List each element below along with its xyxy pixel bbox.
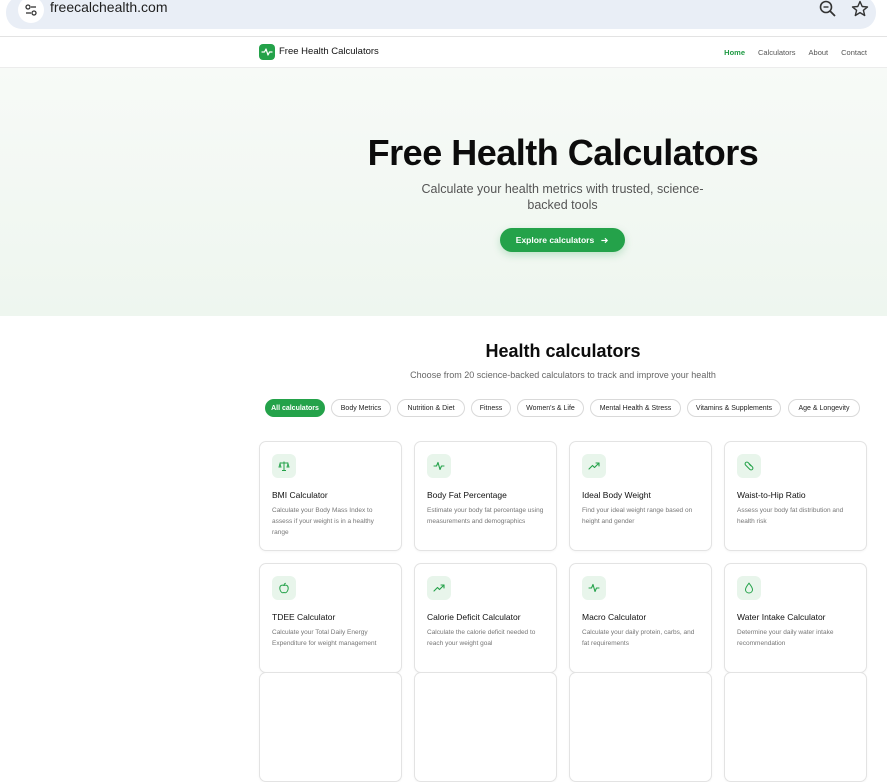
filter-chip-mental-health[interactable]: Mental Health & Stress <box>590 399 681 417</box>
card-title: Ideal Body Weight <box>582 490 651 500</box>
nav-link-about[interactable]: About <box>809 48 829 57</box>
site-header: Free Health Calculators Home Calculators… <box>0 37 887 68</box>
card-description: Calculate the calorie deficit needed to … <box>427 629 536 647</box>
calculator-card-partial[interactable] <box>259 672 402 782</box>
calculator-card-tdee[interactable]: TDEE Calculator Calculate your Total Dai… <box>259 563 402 673</box>
star-icon[interactable] <box>850 0 870 19</box>
logo-icon[interactable] <box>259 44 275 60</box>
nav-links: Home Calculators About Contact <box>711 48 867 57</box>
card-title: Water Intake Calculator <box>737 612 826 622</box>
card-description: Assess your body fat distribution and he… <box>737 507 844 525</box>
card-description: Find your ideal weight range based on he… <box>582 507 693 525</box>
hero-section: Free Health Calculators Calculate your h… <box>0 68 887 316</box>
hero-title: Free Health Calculators <box>367 132 759 173</box>
section-title: Health calculators <box>485 341 641 361</box>
card-description: Calculate your daily protein, carbs, and… <box>582 629 695 647</box>
scale-icon <box>272 454 296 478</box>
trending-up-icon <box>582 454 606 478</box>
filter-chip-fitness[interactable]: Fitness <box>471 399 511 417</box>
trending-up-icon <box>427 576 451 600</box>
card-title: Calorie Deficit Calculator <box>427 612 521 622</box>
calculator-card-ideal-weight[interactable]: Ideal Body Weight Find your ideal weight… <box>569 441 712 551</box>
section-subtitle: Choose from 20 science-backed calculator… <box>410 370 716 380</box>
browser-toolbar: freecalchealth.com <box>0 0 887 36</box>
arrow-right-icon <box>601 237 609 243</box>
filter-chip-body-metrics[interactable]: Body Metrics <box>331 399 391 417</box>
card-title: BMI Calculator <box>272 490 328 500</box>
site-info-icon[interactable] <box>18 0 44 23</box>
url-text[interactable]: freecalchealth.com <box>50 0 168 15</box>
calculator-card-body-fat[interactable]: Body Fat Percentage Estimate your body f… <box>414 441 557 551</box>
hero-subtitle: Calculate your health metrics with trust… <box>421 182 704 212</box>
brand-name[interactable]: Free Health Calculators <box>279 46 379 57</box>
card-description: Calculate your Body Mass Index to assess… <box>272 507 374 536</box>
card-title: Waist-to-Hip Ratio <box>737 490 806 500</box>
droplet-icon <box>737 576 761 600</box>
nav-link-contact[interactable]: Contact <box>841 48 867 57</box>
filter-chip-vitamins[interactable]: Vitamins & Supplements <box>687 399 781 417</box>
activity-icon <box>427 454 451 478</box>
filter-chip-womens-life[interactable]: Women's & Life <box>517 399 584 417</box>
calculator-card-water-intake[interactable]: Water Intake Calculator Determine your d… <box>724 563 867 673</box>
apple-icon <box>272 576 296 600</box>
filter-chip-all[interactable]: All calculators <box>265 399 325 417</box>
calculator-card-partial[interactable] <box>569 672 712 782</box>
zoom-icon[interactable] <box>818 0 838 19</box>
card-title: Body Fat Percentage <box>427 490 507 500</box>
explore-calculators-label: Explore calculators <box>515 235 595 245</box>
nav-link-home[interactable]: Home <box>724 48 745 57</box>
card-title: TDEE Calculator <box>272 612 336 622</box>
card-description: Determine your daily water intake recomm… <box>737 629 834 647</box>
calculator-card-waist-hip[interactable]: Waist-to-Hip Ratio Assess your body fat … <box>724 441 867 551</box>
activity-icon <box>582 576 606 600</box>
calculator-card-bmi[interactable]: BMI Calculator Calculate your Body Mass … <box>259 441 402 551</box>
filter-chip-nutrition-diet[interactable]: Nutrition & Diet <box>397 399 465 417</box>
card-description: Estimate your body fat percentage using … <box>427 507 544 525</box>
card-title: Macro Calculator <box>582 612 647 622</box>
card-description: Calculate your Total Daily Energy Expend… <box>272 629 377 647</box>
nav-link-calculators[interactable]: Calculators <box>758 48 796 57</box>
address-bar[interactable]: freecalchealth.com <box>6 0 876 29</box>
tape-icon <box>737 454 761 478</box>
explore-calculators-button[interactable]: Explore calculators <box>500 228 625 252</box>
calculator-card-partial[interactable] <box>414 672 557 782</box>
calculator-card-calorie-deficit[interactable]: Calorie Deficit Calculator Calculate the… <box>414 563 557 673</box>
calculator-card-partial[interactable] <box>724 672 867 782</box>
calculator-card-macro[interactable]: Macro Calculator Calculate your daily pr… <box>569 563 712 673</box>
filter-chip-age-longevity[interactable]: Age & Longevity <box>788 399 860 417</box>
